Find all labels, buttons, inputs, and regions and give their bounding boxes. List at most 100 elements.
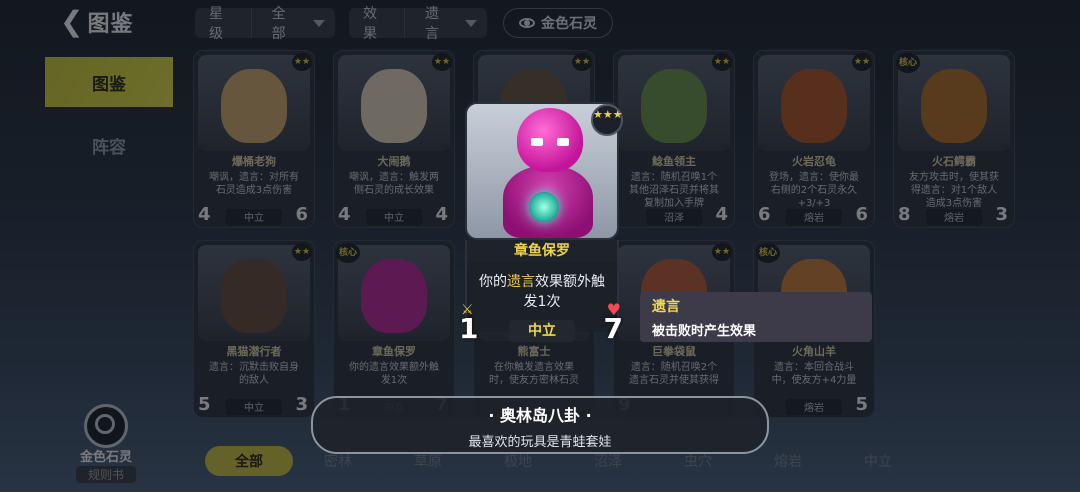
star-filter[interactable]: 星级 全部 [195, 6, 335, 42]
tab-neutral[interactable]: 中立 [833, 446, 923, 476]
chevron-down-icon [313, 19, 325, 27]
card-description: 友方攻击时，使其获得遗言：对1个敌人造成3点伤害 [909, 172, 999, 209]
creature-art [361, 69, 427, 143]
creature-art [921, 69, 987, 143]
card-description: 遗言：随机召唤2个遗言石灵并使其获得 [629, 362, 719, 386]
health-value: 7 [603, 312, 623, 345]
creature-art [221, 259, 287, 333]
attack-value: 5 [198, 394, 211, 415]
creature-art [221, 69, 287, 143]
back-button[interactable]: ❮ 图鉴 [60, 6, 133, 38]
star-rank-badge: ★★ [432, 53, 452, 71]
card-description: 嘲讽，遗言：对所有石灵造成3点伤害 [209, 172, 299, 196]
effect-filter-value: 遗言 [424, 6, 439, 42]
card-description: 你的遗言效果额外触发1次 [349, 362, 439, 386]
tab-all[interactable]: 全部 [205, 446, 293, 476]
attack-value: 6 [758, 204, 771, 225]
card-race: 熔岩 [786, 209, 842, 225]
stone-card[interactable]: 火岩忍龟登场，遗言：使你最右侧的2个石灵永久+3/+3 熔岩 6 6 ★★ [753, 50, 875, 228]
card-race: 中立 [366, 209, 422, 225]
rulebook-sub: 规则书 [76, 466, 136, 483]
rulebook-name: 金色石灵 [79, 450, 132, 465]
card-description: 遗言：沉默击败自身的敌人 [209, 362, 299, 386]
gold-stone-toggle[interactable]: 金色石灵 [503, 8, 613, 38]
card-name: 鲶鱼领主 [652, 155, 696, 168]
octopus-eye [531, 138, 543, 146]
stone-card[interactable]: 章鱼保罗你的遗言效果额外触发1次中立17核心 [333, 240, 455, 418]
card-description: 在你触发遗言效果时，使友方密林石灵 [489, 362, 579, 386]
card-portrait [618, 55, 730, 151]
nav-item-label: 图鉴 [92, 74, 126, 95]
card-name: 火石鳄霸 [932, 155, 976, 168]
star-filter-value: 全部 [271, 6, 286, 42]
nav-item-label: 阵容 [92, 137, 126, 158]
core-badge: 核心 [896, 53, 920, 73]
card-name: 黑猫潜行者 [226, 345, 282, 358]
star-rank-badge: ★★★ [591, 104, 623, 136]
card-name: 大闹鹅 [377, 155, 411, 168]
creature-art [641, 69, 707, 143]
nav-item-lineup[interactable]: 阵容 [45, 120, 173, 170]
stone-card[interactable]: 黑猫潜行者 遗言：沉默击败自身的敌人 中立 5 3 ★★ [193, 240, 315, 418]
page-title: 图鉴 [87, 12, 134, 37]
card-name: 巨拳袋鼠 [652, 345, 696, 358]
stone-card[interactable]: 火石鳄霸 友方攻击时，使其获得遗言：对1个敌人造成3点伤害 熔岩 8 3 核心 [893, 50, 1015, 228]
core-badge: 核心 [336, 243, 360, 263]
glowing-orb-icon [529, 192, 559, 222]
card-description: 遗言：随机召唤1个其他沼泽石灵并将其复制加入手牌 [629, 172, 719, 209]
octopus-eye [557, 138, 569, 146]
effect-filter[interactable]: 效果 遗言 [349, 6, 487, 42]
card-name: 火角山羊 [792, 345, 836, 358]
nav-item-codex[interactable]: 图鉴 [45, 57, 173, 107]
star-rank-badge: ★★ [292, 53, 312, 71]
attack-value: 4 [198, 204, 211, 225]
star-filter-label: 星级 [195, 6, 252, 42]
star-rank-badge: ★★ [712, 243, 732, 261]
health-value: 6 [855, 204, 868, 225]
health-value: 5 [855, 394, 868, 415]
stone-card[interactable]: 爆桶老狗嘲讽，遗言：对所有石灵造成3点伤害中立 4 6 ★★ [193, 50, 315, 228]
card-race: 熔岩 [926, 209, 982, 225]
rulebook-button[interactable]: 金色石灵 规则书 [76, 404, 136, 483]
health-value: 4 [435, 204, 448, 225]
stone-card[interactable]: 大闹鹅 嘲讽，遗言：触发两侧石灵的成长效果 中立 4 4 ★★ [333, 50, 455, 228]
card-name: 火岩忍龟 [792, 155, 836, 168]
card-description: 遗言：本回合战斗中，使友方+4力量 [771, 362, 857, 386]
health-value: 6 [295, 204, 308, 225]
card-portrait [198, 245, 310, 341]
attack-value: 1 [459, 312, 479, 345]
star-rank-badge: ★★ [852, 53, 872, 71]
card-race: 沼泽 [646, 209, 702, 225]
core-badge: 核心 [756, 243, 780, 263]
octopus-head [517, 108, 583, 172]
card-portrait [198, 55, 310, 151]
magnifier-icon [84, 404, 128, 448]
eye-icon [519, 18, 535, 28]
star-rank-badge: ★★ [572, 53, 592, 71]
trivia-banner: · 奥林岛八卦 · 最喜欢的玩具是青蛙套娃 [311, 396, 769, 454]
creature-art [781, 69, 847, 143]
gold-stone-label: 金色石灵 [541, 16, 597, 32]
card-name: 爆桶老狗 [232, 155, 276, 168]
stone-card[interactable]: 鲶鱼领主 遗言：随机召唤1个其他沼泽石灵并将其复制加入手牌 沼泽 4 ★★ [613, 50, 735, 228]
tab-lava[interactable]: 熔岩 [743, 446, 833, 476]
trivia-text: 最喜欢的玩具是青蛙套娃 [468, 435, 612, 450]
trivia-title: · 奥林岛八卦 · [488, 406, 592, 425]
card-race: 中立 [509, 320, 575, 342]
card-portrait [338, 55, 450, 151]
tooltip-title: 遗言 [652, 299, 680, 315]
keyword-deathrattle[interactable]: 遗言 [507, 274, 535, 290]
card-description: 登场，遗言：使你最右侧的2个石灵永久+3/+3 [769, 172, 859, 209]
attack-value: 4 [338, 204, 351, 225]
attack-value: 8 [898, 204, 911, 225]
card-detail-popup: ★★★ 章鱼保罗 你的遗言效果额外触发1次 中立 ⚔ 1 ♥ 7 [459, 102, 623, 348]
effect-filter-label: 效果 [349, 6, 405, 42]
card-race: 熔岩 [786, 399, 842, 415]
card-race: 中立 [226, 399, 282, 415]
back-arrow-icon: ❮ [60, 5, 84, 38]
star-rank-badge: ★★ [292, 243, 312, 261]
card-race: 中立 [226, 209, 282, 225]
chevron-down-icon [465, 19, 477, 27]
creature-art [361, 259, 427, 333]
keyword-tooltip: 遗言 被击败时产生效果 [640, 292, 872, 342]
